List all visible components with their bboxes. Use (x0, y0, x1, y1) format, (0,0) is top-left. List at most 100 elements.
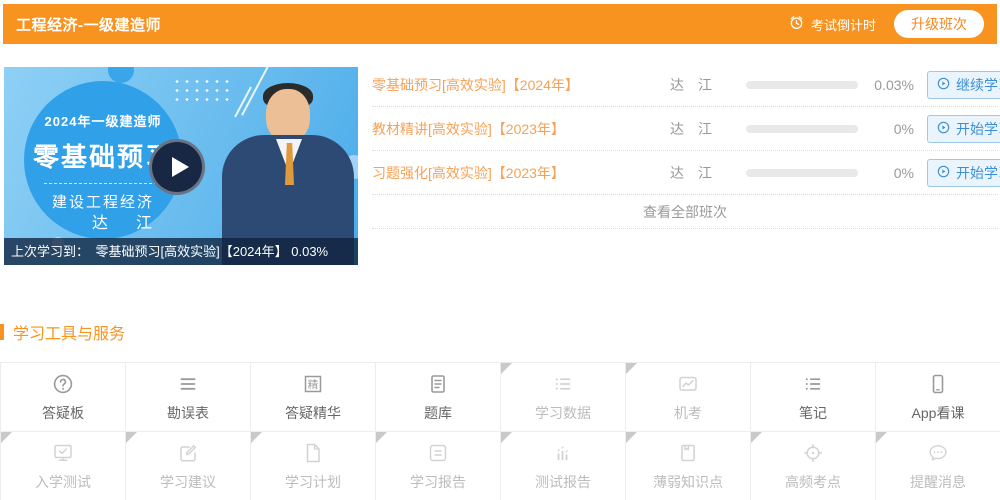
tool-label: 学习计划 (285, 473, 341, 490)
exam-countdown-link[interactable]: 考试倒计时 (788, 14, 876, 34)
tool-answer-highlights[interactable]: 精 答疑精华 (251, 363, 376, 432)
tool-study-data[interactable]: 学习数据 (501, 363, 626, 432)
action-label: 开始学习 (956, 120, 1000, 137)
view-all-classes-link[interactable]: 查看全部班次 (372, 195, 998, 229)
course-instructor: 达 江 (670, 120, 712, 137)
bar-chart-icon (551, 441, 575, 465)
progress-percent: 0.03% (874, 76, 914, 93)
start-learning-button[interactable]: 开始学习 (927, 158, 1000, 187)
tool-label: 测试报告 (535, 473, 591, 490)
tool-label: 机考 (674, 404, 702, 421)
course-instructor: 达 江 (670, 164, 712, 181)
tool-reminder-messages[interactable]: 提醒消息 (876, 432, 1000, 500)
tool-label: 答疑板 (42, 404, 84, 421)
tools-section-header: 学习工具与服务 (0, 322, 125, 343)
tool-study-plan[interactable]: 学习计划 (251, 432, 376, 500)
banner-divider (44, 183, 162, 184)
corner-fold (251, 432, 262, 443)
edit-pencil-icon (176, 441, 200, 465)
tool-notes[interactable]: 笔记 (751, 363, 876, 432)
course-list: 零基础预习[高效实验]【2024年】 达 江 0.03% 继续学习 教材精讲[高… (372, 63, 1000, 229)
document-lines-icon (426, 372, 450, 396)
tools-grid: 答疑板 勘误表 精 答疑精华 题库 学习数据 机考 笔记 App看课 入学测试 … (0, 362, 1000, 500)
progress-bar (746, 168, 858, 177)
svg-text:精: 精 (308, 377, 319, 390)
book-icon (676, 441, 700, 465)
corner-fold (876, 432, 887, 443)
countdown-label: 考试倒计时 (810, 17, 876, 33)
course-page: 工程经济-一级建造师 考试倒计时 升级班次 2024年一级建造师 零基础预习 建… (0, 0, 1000, 500)
corner-fold (501, 363, 512, 374)
course-title-link[interactable]: 零基础预习[高效实验]【2024年】 (372, 75, 670, 95)
banner-instructor-name: 达 江 (92, 215, 159, 232)
continue-learning-button[interactable]: 继续学习 (927, 70, 1000, 99)
tool-label: 题库 (424, 404, 452, 421)
corner-fold (501, 432, 512, 443)
tool-label: 入学测试 (35, 473, 91, 490)
tool-weak-knowledge-points[interactable]: 薄弱知识点 (626, 432, 751, 500)
tool-label: 学习报告 (410, 473, 466, 490)
action-label: 继续学习 (956, 76, 1000, 93)
tool-label: 笔记 (799, 404, 827, 421)
tool-label: 学习数据 (535, 404, 591, 421)
alarm-clock-icon (788, 14, 805, 34)
corner-fold (126, 432, 137, 443)
play-circle-icon (936, 76, 951, 94)
report-lines-icon (426, 441, 450, 465)
progress-percent: 0% (893, 120, 914, 137)
corner-fold (626, 432, 637, 443)
course-row: 教材精讲[高效实验]【2023年】 达 江 0% 开始学习 (372, 107, 1000, 151)
tool-study-report[interactable]: 学习报告 (376, 432, 501, 500)
course-video-banner[interactable]: 2024年一级建造师 零基础预习 建设工程经济 达 江 上次学习到： 零基础预习… (4, 67, 358, 265)
tool-high-frequency-points[interactable]: 高频考点 (751, 432, 876, 500)
course-title-link[interactable]: 教材精讲[高效实验]【2023年】 (372, 119, 670, 139)
topbar: 工程经济-一级建造师 考试倒计时 升级班次 (3, 4, 997, 44)
tool-label: 提醒消息 (910, 473, 966, 490)
tool-label: 高频考点 (785, 473, 841, 490)
tool-study-advice[interactable]: 学习建议 (126, 432, 251, 500)
list-lines-icon (176, 372, 200, 396)
tool-answer-board[interactable]: 答疑板 (1, 363, 126, 432)
section-accent-bar (0, 324, 4, 340)
tool-question-bank[interactable]: 题库 (376, 363, 501, 432)
tool-entrance-test[interactable]: 入学测试 (1, 432, 126, 500)
corner-fold (751, 432, 762, 443)
course-instructor: 达 江 (670, 76, 712, 93)
corner-fold (626, 363, 637, 374)
course-row: 零基础预习[高效实验]【2024年】 达 江 0.03% 继续学习 (372, 63, 1000, 107)
progress-bar (746, 124, 858, 133)
question-circle-icon (51, 372, 75, 396)
action-label: 开始学习 (956, 164, 1000, 181)
progress-percent: 0% (893, 164, 914, 181)
corner-fold (376, 432, 387, 443)
tool-label: 学习建议 (160, 473, 216, 490)
tool-app-viewing[interactable]: App看课 (876, 363, 1000, 432)
tool-label: 薄弱知识点 (653, 473, 723, 490)
course-row: 习题强化[高效实验]【2023年】 达 江 0% 开始学习 (372, 151, 1000, 195)
tool-label: App看课 (911, 404, 965, 421)
tool-errata-list[interactable]: 勘误表 (126, 363, 251, 432)
upgrade-class-button[interactable]: 升级班次 (894, 10, 984, 38)
course-title-link[interactable]: 习题强化[高效实验]【2023年】 (372, 163, 670, 183)
corner-fold (1, 432, 12, 443)
tool-label: 答疑精华 (285, 404, 341, 421)
banner-year-title: 2024年一级建造师 (44, 114, 162, 129)
monitor-chart-icon (676, 372, 700, 396)
play-circle-icon (936, 164, 951, 182)
tool-label: 勘误表 (167, 404, 209, 421)
tool-test-report[interactable]: 测试报告 (501, 432, 626, 500)
page-icon (301, 441, 325, 465)
tool-computer-exam[interactable]: 机考 (626, 363, 751, 432)
page-title: 工程经济-一级建造师 (16, 16, 161, 34)
last-learned-bar: 上次学习到： 零基础预习[高效实验]【2024年】 0.03% (4, 238, 358, 265)
bullet-list-icon (801, 372, 825, 396)
play-circle-icon (936, 120, 951, 138)
progress-bar (746, 80, 858, 89)
jing-badge-icon: 精 (301, 372, 325, 396)
bullet-list-icon (551, 372, 575, 396)
monitor-check-icon (51, 441, 75, 465)
target-icon (801, 441, 825, 465)
play-button[interactable] (149, 139, 205, 195)
message-dots-icon (926, 441, 950, 465)
start-learning-button[interactable]: 开始学习 (927, 114, 1000, 143)
